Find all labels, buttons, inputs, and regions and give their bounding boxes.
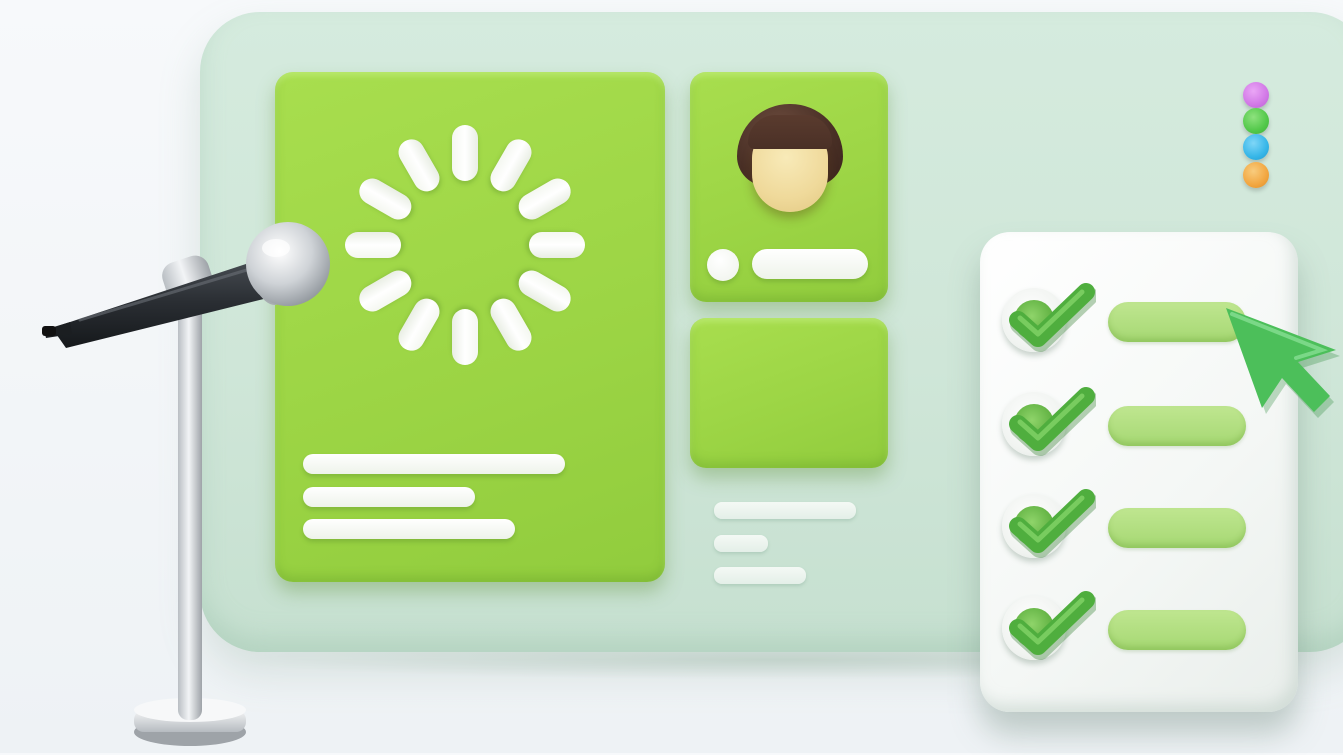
green-dot (1243, 108, 1269, 134)
check-icon (1009, 387, 1096, 456)
profile-name-bar (752, 249, 868, 279)
checklist-item[interactable] (980, 484, 1298, 574)
orange-dot (1243, 162, 1269, 188)
spinner-spoke (452, 309, 478, 365)
caption-line-2 (714, 535, 768, 552)
caption-line-1 (714, 502, 856, 519)
microphone-icon (42, 222, 330, 746)
violet-dot (1243, 82, 1269, 108)
checklist-item-bar (1108, 508, 1246, 548)
checklist-item-bar (1108, 610, 1246, 650)
spinner-spoke (529, 232, 585, 258)
caption-line-3 (714, 567, 806, 584)
spinner-spoke (452, 125, 478, 181)
check-icon (1009, 489, 1096, 558)
cursor-arrow-icon (1226, 308, 1340, 418)
image-placeholder-card (690, 318, 888, 468)
profile-status-dot (707, 249, 739, 281)
blue-dot (1243, 134, 1269, 160)
checklist-item[interactable] (980, 586, 1298, 676)
check-icon (1009, 283, 1096, 352)
check-icon (1009, 591, 1096, 660)
avatar-fringe (748, 115, 832, 149)
